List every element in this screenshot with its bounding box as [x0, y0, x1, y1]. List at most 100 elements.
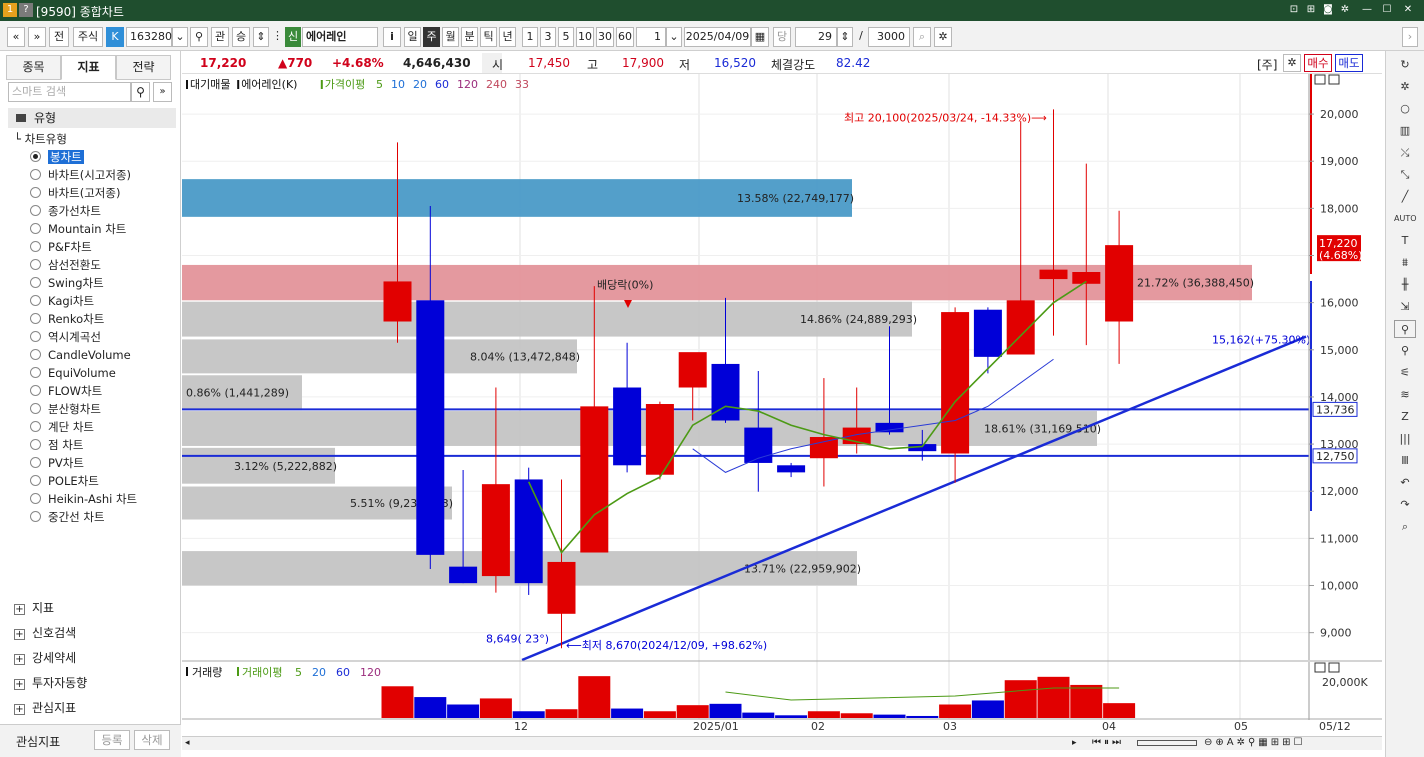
section-0[interactable]: + 지표 [14, 599, 54, 617]
maximize-icon[interactable]: ☐ [1380, 3, 1394, 17]
radio-icon[interactable] [30, 511, 41, 522]
radio-icon[interactable] [30, 457, 41, 468]
section-1[interactable]: + 신호검색 [14, 624, 76, 642]
radio-icon[interactable] [30, 403, 41, 414]
radio-icon[interactable] [30, 331, 41, 342]
wave-icon[interactable]: ≋ [1394, 386, 1416, 404]
chart-type-group[interactable]: └ 차트유형 [14, 131, 67, 147]
radio-icon[interactable] [30, 421, 41, 432]
interval-1[interactable]: 1 [522, 27, 538, 47]
view-count-input[interactable]: 29 [795, 27, 837, 47]
move-icon[interactable]: ⇲ [1394, 298, 1416, 316]
interval-30[interactable]: 30 [596, 27, 614, 47]
scroll-left-icon[interactable]: ◂ [185, 738, 190, 748]
expand-plus-icon[interactable]: + [14, 654, 25, 665]
radio-icon[interactable] [30, 277, 41, 288]
help-icon[interactable]: ? [19, 3, 33, 17]
search-icon[interactable]: ⚲ [131, 82, 150, 102]
chart-type-item[interactable]: Mountain 차트 [30, 221, 126, 238]
candle-body[interactable] [1039, 269, 1068, 280]
type-section-header[interactable]: 유형 [8, 108, 176, 128]
radio-icon[interactable] [30, 295, 41, 306]
line-tool-icon[interactable]: ⤡ [1394, 166, 1416, 184]
undo-icon[interactable]: ↶ [1394, 474, 1416, 492]
period-5[interactable]: 년 [499, 27, 516, 47]
text-tool-icon[interactable]: T [1394, 232, 1416, 250]
diagonal-line-icon[interactable]: ╱ [1394, 188, 1416, 206]
candle-body[interactable] [809, 437, 838, 459]
expand-plus-icon[interactable]: + [14, 629, 25, 640]
code-input[interactable]: 163280 [126, 27, 172, 47]
fibonacci-icon[interactable]: ⩩ [1394, 254, 1416, 272]
seung-button[interactable]: 승 [232, 27, 250, 47]
radio-icon[interactable] [30, 223, 41, 234]
tab-indicators[interactable]: 지표 [61, 55, 116, 80]
prev-button[interactable]: 전 [49, 27, 69, 47]
candle-body[interactable] [383, 281, 412, 322]
gear-icon[interactable]: ✲ [1394, 78, 1416, 96]
expand-plus-icon[interactable]: + [14, 704, 25, 715]
cross-line-icon[interactable]: ⤯ [1394, 144, 1416, 162]
code-dropdown-icon[interactable]: ⌄ [172, 27, 188, 47]
price-chart[interactable]: 13.58% (22,749,177) 21.72% (36,388,450) 14… [182, 74, 1382, 736]
chart-type-item[interactable]: FLOW차트 [30, 383, 102, 400]
chart-type-item[interactable]: 점 차트 [30, 437, 83, 454]
candle-body[interactable] [613, 387, 642, 466]
chart-type-item[interactable]: 계단 차트 [30, 419, 94, 436]
settings-icon[interactable]: ✲ [1338, 3, 1352, 17]
info-button[interactable]: i [383, 27, 401, 47]
zoom-out-icon[interactable]: ⚲ [1394, 342, 1416, 360]
expand-plus-icon[interactable]: + [14, 604, 25, 615]
smart-search-input[interactable]: 스마트 검색 [8, 82, 131, 102]
candle-body[interactable] [973, 309, 1002, 357]
interval-3[interactable]: 3 [540, 27, 556, 47]
expand-icon[interactable]: » [153, 82, 172, 102]
count-input[interactable]: 1 [636, 27, 666, 47]
zoom-slider[interactable] [1137, 740, 1197, 746]
gear-icon[interactable]: ✲ [1283, 54, 1301, 72]
radio-icon[interactable] [30, 187, 41, 198]
candle-body[interactable] [416, 300, 445, 555]
chart-type-item[interactable]: EquiVolume [30, 365, 116, 382]
bars-icon[interactable]: ||| [1394, 430, 1416, 448]
auto-line-icon[interactable]: AUTO [1394, 210, 1417, 228]
candle-body[interactable] [1105, 245, 1134, 322]
more-icon[interactable]: ⋮ [272, 27, 283, 47]
volume-bars-icon[interactable]: Ⅲ [1394, 452, 1416, 470]
chart-settings-icon[interactable]: ✲ [934, 27, 952, 47]
collapse-left-icon[interactable]: « [7, 27, 25, 47]
chart-type-item[interactable]: Renko차트 [30, 311, 104, 328]
chart-type-item[interactable]: Kagi차트 [30, 293, 94, 310]
radio-icon[interactable] [30, 475, 41, 486]
collapse-right-icon[interactable]: › [1402, 27, 1418, 47]
dang-button[interactable]: 당 [773, 27, 791, 47]
chevron-down-icon[interactable]: » [28, 27, 46, 47]
chart-type-item[interactable]: 분산형차트 [30, 401, 101, 418]
period-2[interactable]: 월 [442, 27, 459, 47]
radio-icon[interactable] [30, 169, 41, 180]
candle-body[interactable] [645, 404, 674, 475]
gwan-button[interactable]: 관 [211, 27, 229, 47]
candle-icon[interactable]: ╫ [1394, 276, 1416, 294]
candle-body[interactable] [941, 312, 970, 454]
capture-icon[interactable]: ◙ [1321, 3, 1335, 17]
market-k-tag[interactable]: K [106, 27, 124, 47]
candle-body[interactable] [580, 406, 609, 553]
radio-icon[interactable] [30, 367, 41, 378]
shape-icon[interactable]: ⚟ [1394, 364, 1416, 382]
chart-type-item[interactable]: 봉차트 [30, 149, 84, 166]
chart-type-item[interactable]: 삼선전환도 [30, 257, 101, 274]
date-input[interactable]: 2025/04/09 [684, 27, 751, 47]
period-1[interactable]: 주 [423, 27, 440, 47]
link-icon[interactable]: ⊞ [1304, 3, 1318, 17]
playback-controls-icon[interactable]: ⏮⏸⏭ [1092, 737, 1124, 748]
zoom-in-icon[interactable]: ⚲ [1394, 320, 1416, 338]
candle-body[interactable] [547, 561, 576, 614]
radio-icon[interactable] [30, 241, 41, 252]
pin-icon[interactable]: ⊡ [1287, 3, 1301, 17]
period-4[interactable]: 틱 [480, 27, 497, 47]
chart-type-item[interactable]: CandleVolume [30, 347, 131, 364]
interval-60[interactable]: 60 [616, 27, 634, 47]
radio-icon[interactable] [30, 313, 41, 324]
spin-icon[interactable]: ⇕ [253, 27, 269, 47]
